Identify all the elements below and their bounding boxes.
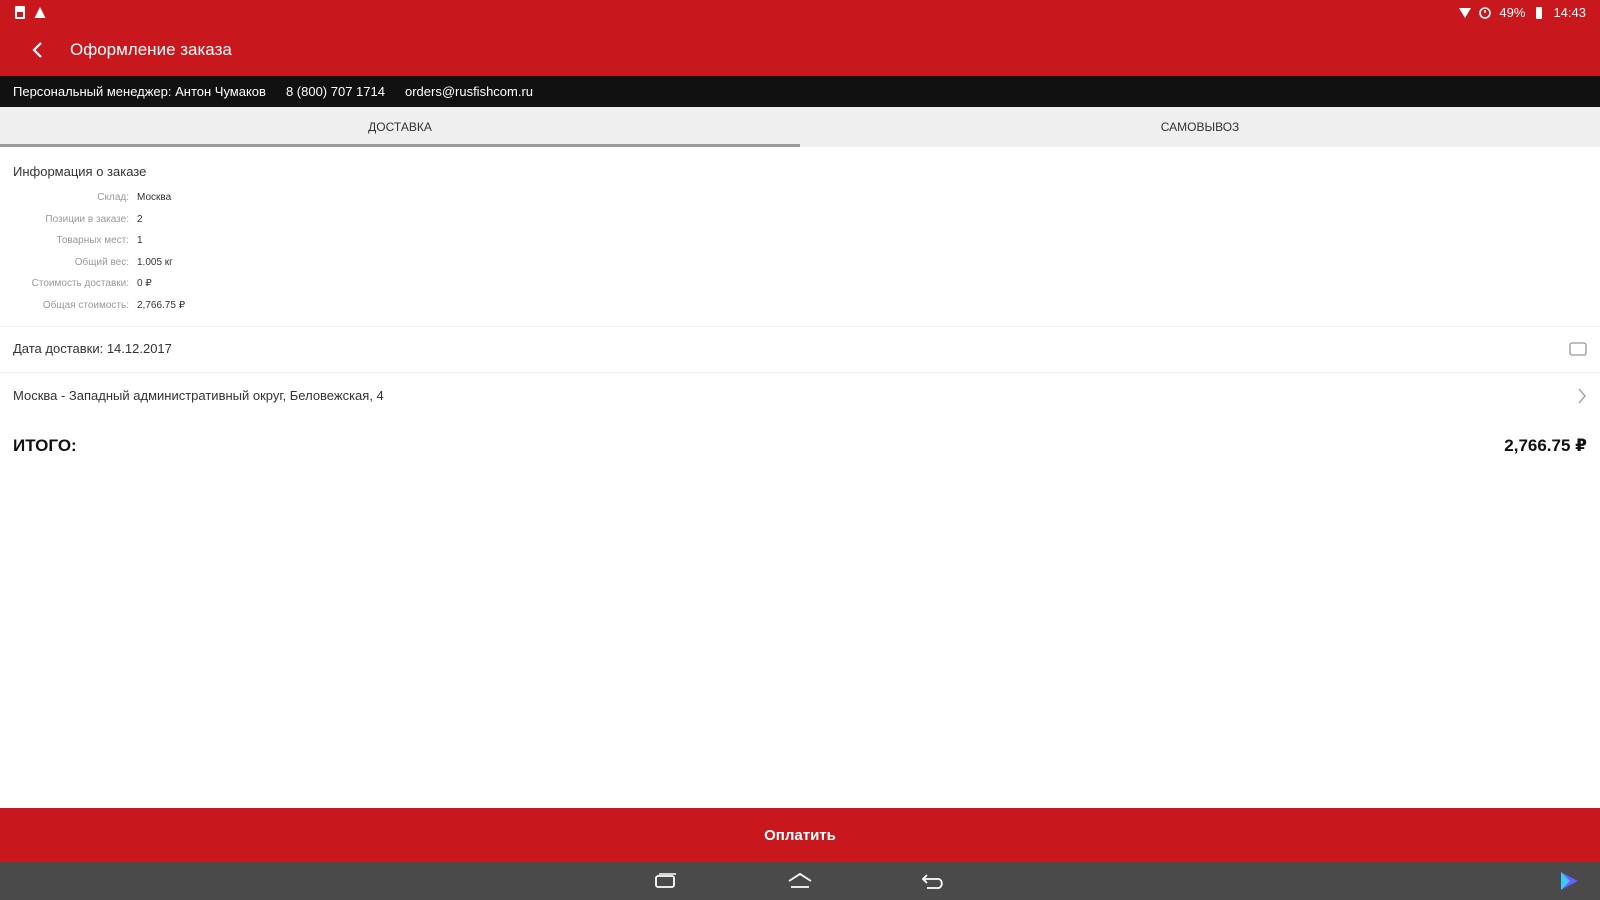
- total-value: 2,766.75 ₽: [1504, 436, 1587, 455]
- tab-delivery-label: Доставка: [368, 120, 432, 134]
- info-row: Стоимость доставки: 0 ₽: [13, 273, 1600, 295]
- info-label: Товарных мест:: [56, 235, 130, 247]
- delivery-address-text: Москва - Западный административный округ…: [13, 388, 384, 403]
- back-nav-button[interactable]: [917, 868, 951, 894]
- home-button[interactable]: [783, 868, 817, 894]
- info-row: Склад: Москва: [13, 187, 1600, 209]
- delivery-address-row[interactable]: Москва - Западный административный округ…: [0, 372, 1600, 418]
- system-nav-bar: [0, 862, 1600, 900]
- manager-name: Персональный менеджер: Антон Чумаков: [13, 84, 266, 99]
- info-label: Позиции в заказе:: [45, 213, 129, 225]
- home-icon: [788, 872, 812, 888]
- info-value: 0 ₽: [137, 278, 152, 290]
- tab-delivery[interactable]: Доставка: [0, 107, 800, 147]
- info-row: Общий вес: 1.005 кг: [13, 252, 1600, 274]
- chevron-left-icon: [32, 42, 42, 58]
- app-bar: Оформление заказа: [0, 24, 1600, 76]
- info-label: Общий вес:: [74, 256, 129, 268]
- total-row: ИТОГО: 2,766.75 ₽: [0, 424, 1600, 468]
- info-label: Склад:: [97, 192, 129, 204]
- info-row: Общая стоимость: 2,766.75 ₽: [13, 295, 1600, 317]
- pay-button-label: Оплатить: [764, 826, 836, 844]
- info-value: 2,766.75 ₽: [137, 299, 186, 311]
- delivery-date-text: Дата доставки: 14.12.2017: [13, 341, 172, 356]
- order-info-title: Информация о заказе: [13, 164, 147, 179]
- total-label: ИТОГО:: [13, 436, 77, 455]
- info-value: 1: [137, 235, 143, 247]
- warning-icon: [34, 6, 46, 18]
- back-button[interactable]: [16, 28, 60, 72]
- delivery-tabs: Доставка Самовывоз: [0, 107, 1600, 147]
- info-label: Общая стоимость:: [42, 299, 129, 311]
- alarm-icon: [1479, 6, 1492, 19]
- back-arrow-icon: [921, 874, 943, 889]
- tab-pickup[interactable]: Самовывоз: [800, 107, 1600, 147]
- info-value: 2: [137, 213, 143, 225]
- clock: 14:43: [1553, 4, 1586, 20]
- status-bar: 49% 14:43: [0, 0, 1600, 24]
- calendar-icon[interactable]: [1569, 341, 1587, 356]
- info-row: Товарных мест: 1: [13, 230, 1600, 252]
- delivery-date-row[interactable]: Дата доставки: 14.12.2017: [0, 326, 1600, 370]
- manager-phone[interactable]: 8 (800) 707 1714: [286, 84, 385, 99]
- wifi-icon: [1459, 7, 1472, 18]
- recent-apps-icon: [655, 873, 676, 888]
- battery-icon: [1536, 6, 1543, 19]
- manager-email[interactable]: orders@rusfishcom.ru: [405, 84, 533, 99]
- manager-bar: Персональный менеджер: Антон Чумаков 8 (…: [0, 76, 1600, 107]
- info-value: Москва: [137, 192, 172, 204]
- sim-icon: [15, 5, 25, 19]
- tab-pickup-label: Самовывоз: [1160, 120, 1240, 134]
- order-info: Информация о заказе Склад: Москва Позици…: [0, 160, 1600, 320]
- page-title: Оформление заказа: [70, 40, 232, 59]
- battery-percent: 49%: [1499, 4, 1526, 20]
- info-label: Стоимость доставки:: [31, 278, 129, 290]
- pay-button[interactable]: Оплатить: [0, 808, 1600, 862]
- chevron-right-icon: [1578, 387, 1587, 404]
- info-value: 1.005 кг: [137, 256, 173, 268]
- play-store-icon[interactable]: [1558, 870, 1580, 892]
- info-row: Позиции в заказе: 2: [13, 209, 1600, 231]
- recent-apps-button[interactable]: [649, 868, 683, 894]
